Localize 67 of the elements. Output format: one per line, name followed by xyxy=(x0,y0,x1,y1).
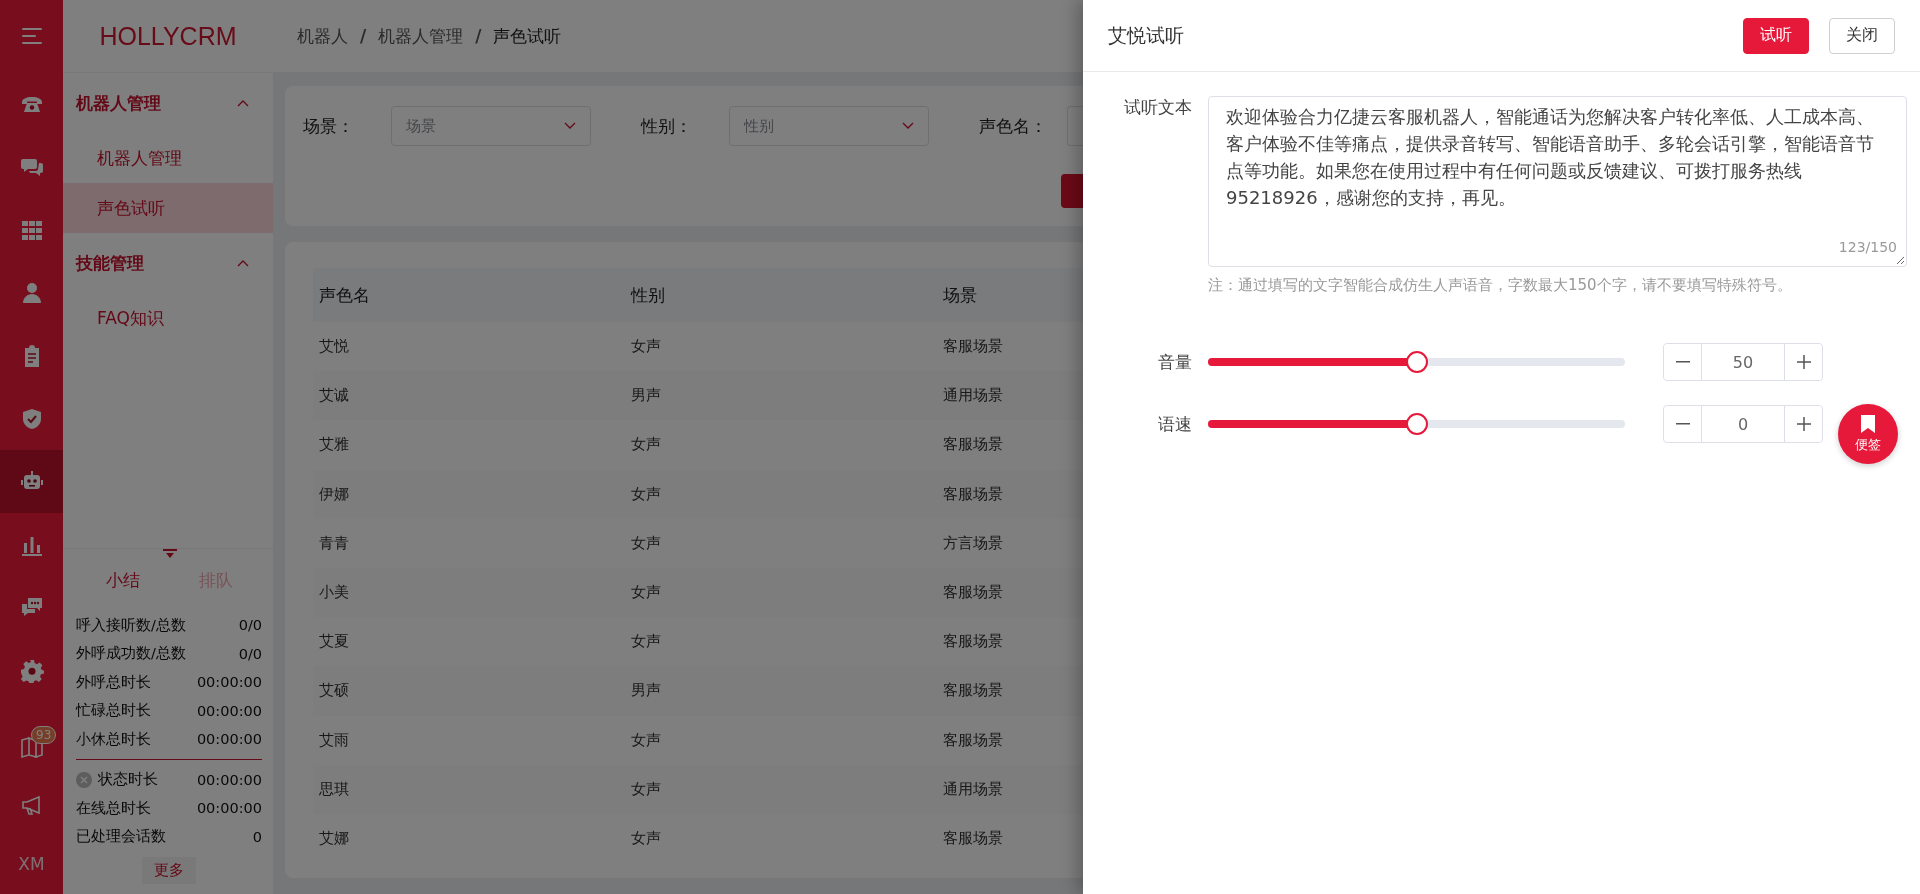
drawer-title: 艾悦试听 xyxy=(1108,22,1185,48)
listen-button[interactable]: 试听 xyxy=(1743,17,1809,54)
stat-value: 00:00:00 xyxy=(196,800,262,817)
stat-label: 小休总时长 xyxy=(76,729,151,749)
stat-label: 已处理会话数 xyxy=(76,827,166,847)
table-cell-text: 方言场景 xyxy=(942,533,1004,553)
hint-text: 注：通过填写的文字智能合成仿生人声语音，字数最大150个字，请不要填写特殊符号。 xyxy=(1208,276,1793,295)
table-cell-text: 女声 xyxy=(630,435,662,455)
stat-value: 0 xyxy=(252,828,262,845)
menu-item[interactable]: FAQ知识 xyxy=(63,293,273,343)
field-label: 音量 xyxy=(1157,350,1192,374)
table-cell-text: 女声 xyxy=(630,632,662,652)
logo: HOLLYCRM xyxy=(99,21,237,51)
table-cell: 女声 xyxy=(625,322,937,372)
stat-label: 忙碌总时长 xyxy=(76,701,151,721)
char-counter: 123/150 xyxy=(1838,239,1897,255)
filter-label: 场景： xyxy=(303,114,355,138)
filter-label: 声色名： xyxy=(979,114,1048,138)
table-cell-text: 女声 xyxy=(630,533,662,553)
menu-item[interactable]: 声色试听 xyxy=(63,183,273,233)
stat-label: 外呼成功数/总数 xyxy=(76,644,186,664)
table-cell-text: 青青 xyxy=(318,533,350,553)
column-header: 性别 xyxy=(625,268,937,322)
stat-value: 00:00:00 xyxy=(196,702,262,719)
select-field[interactable]: 性别 xyxy=(729,106,929,146)
table-cell-text: 艾雅 xyxy=(318,435,350,455)
stat-value: 0/0 xyxy=(238,617,262,634)
user-initials[interactable]: XM xyxy=(18,854,45,874)
column-header: 声色名 xyxy=(313,268,625,322)
count-badge: 93 xyxy=(31,726,57,744)
breadcrumb-item[interactable]: 机器人管理 xyxy=(378,24,464,48)
number-input[interactable]: 50 xyxy=(1702,344,1784,380)
menu-group-title[interactable]: 机器人管理 xyxy=(76,91,161,115)
stat-value: 00:00:00 xyxy=(196,731,262,748)
table-cell-text: 女声 xyxy=(630,828,662,848)
stat-value: 00:00:00 xyxy=(196,771,262,788)
menu-item[interactable]: 机器人管理 xyxy=(63,133,273,183)
breadcrumb-item[interactable]: 机器人 xyxy=(297,24,348,48)
field-label: 试听文本 xyxy=(1123,96,1192,119)
table-cell: 艾悦 xyxy=(313,322,625,372)
table-cell-text: 客服场景 xyxy=(942,730,1004,750)
stat-label: 外呼总时长 xyxy=(76,672,151,692)
table-cell-text: 客服场景 xyxy=(942,435,1004,455)
column-header: 场景 xyxy=(937,268,1083,322)
table-cell-text: 艾雨 xyxy=(318,730,350,750)
stat-label: 呼入接听数/总数 xyxy=(76,615,186,635)
stat-label: 状态时长 xyxy=(98,770,158,790)
number-input[interactable]: 0 xyxy=(1702,406,1784,442)
table-cell-text: 艾夏 xyxy=(318,632,350,652)
table-cell-text: 客服场景 xyxy=(942,632,1004,652)
breadcrumb-separator: / xyxy=(360,26,367,46)
close-button[interactable]: 关闭 xyxy=(1829,17,1895,54)
stat-value: 00:00:00 xyxy=(196,674,262,691)
stat-label: 在线总时长 xyxy=(76,798,151,818)
field-label: 语速 xyxy=(1157,412,1192,436)
table-cell-text: 艾娜 xyxy=(318,828,350,848)
table-cell: 客服场景 xyxy=(937,322,1083,372)
filter-label: 性别： xyxy=(641,114,693,138)
menu-group-title[interactable]: 技能管理 xyxy=(76,251,144,275)
table-cell-text: 客服场景 xyxy=(942,828,1004,848)
breadcrumb-item[interactable]: 声色试听 xyxy=(493,24,562,48)
more-button[interactable]: 更多 xyxy=(142,857,196,884)
stat-value: 0/0 xyxy=(238,645,262,662)
table-cell-text: 女声 xyxy=(630,730,662,750)
stats-tab[interactable]: 小结 xyxy=(76,568,169,592)
select-field[interactable]: 场景 xyxy=(391,106,591,146)
breadcrumb-separator: / xyxy=(475,26,482,46)
